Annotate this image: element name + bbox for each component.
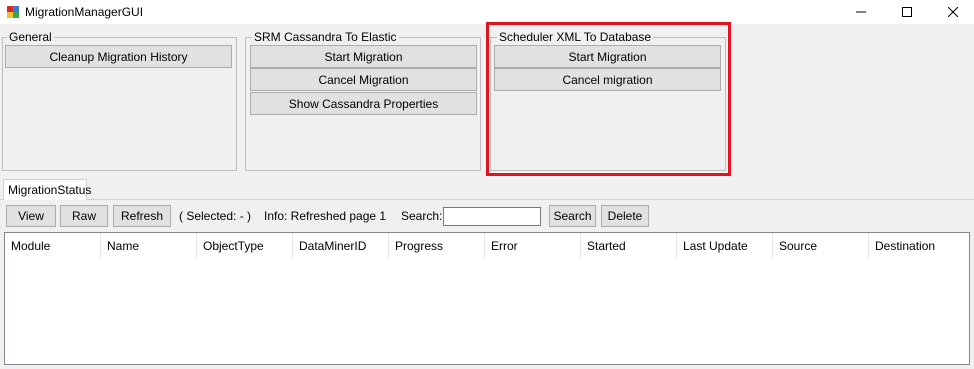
search-label: Search:: [401, 209, 443, 223]
delete-button[interactable]: Delete: [601, 205, 649, 227]
close-button[interactable]: [930, 0, 974, 24]
group-srm-title: SRM Cassandra To Elastic: [252, 30, 399, 44]
info-text: Info: Refreshed page 1: [264, 209, 387, 223]
column-header-name[interactable]: Name: [101, 233, 197, 258]
tab-migration-status-label: MigrationStatus: [8, 183, 92, 197]
view-button[interactable]: View: [6, 205, 56, 227]
column-header-last-update[interactable]: Last Update: [677, 233, 773, 258]
title-bar: [0, 0, 974, 24]
minimize-icon: [856, 11, 866, 13]
refresh-button[interactable]: Refresh: [113, 205, 171, 227]
column-header-destination[interactable]: Destination: [869, 233, 969, 258]
column-header-object-type[interactable]: ObjectType: [197, 233, 293, 258]
maximize-icon: [902, 7, 912, 17]
srm-cancel-migration-button[interactable]: Cancel Migration: [250, 68, 477, 91]
group-general-title: General: [7, 30, 54, 44]
maximize-button[interactable]: [884, 0, 930, 24]
close-icon: [948, 7, 958, 17]
search-button[interactable]: Search: [549, 205, 596, 227]
column-header-dataminer-id[interactable]: DataMinerID: [293, 233, 389, 258]
column-header-module[interactable]: Module: [5, 233, 101, 258]
column-header-started[interactable]: Started: [581, 233, 677, 258]
minimize-button[interactable]: [838, 0, 884, 24]
srm-start-migration-button[interactable]: Start Migration: [250, 45, 477, 68]
column-header-progress[interactable]: Progress: [389, 233, 485, 258]
column-header-source[interactable]: Source: [773, 233, 869, 258]
cleanup-migration-history-button[interactable]: Cleanup Migration History: [5, 45, 232, 68]
window-title: MigrationManagerGUI: [25, 5, 144, 19]
raw-button[interactable]: Raw: [60, 205, 108, 227]
search-input[interactable]: [443, 207, 541, 226]
app-icon: [6, 5, 20, 19]
show-cassandra-properties-button[interactable]: Show Cassandra Properties: [250, 92, 477, 115]
tab-migration-status[interactable]: MigrationStatus: [3, 179, 91, 200]
highlight-box: [486, 22, 731, 176]
column-header-error[interactable]: Error: [485, 233, 581, 258]
migration-status-table[interactable]: Module Name ObjectType DataMinerID Progr…: [4, 232, 970, 365]
selected-status-text: ( Selected: - ): [179, 209, 252, 223]
